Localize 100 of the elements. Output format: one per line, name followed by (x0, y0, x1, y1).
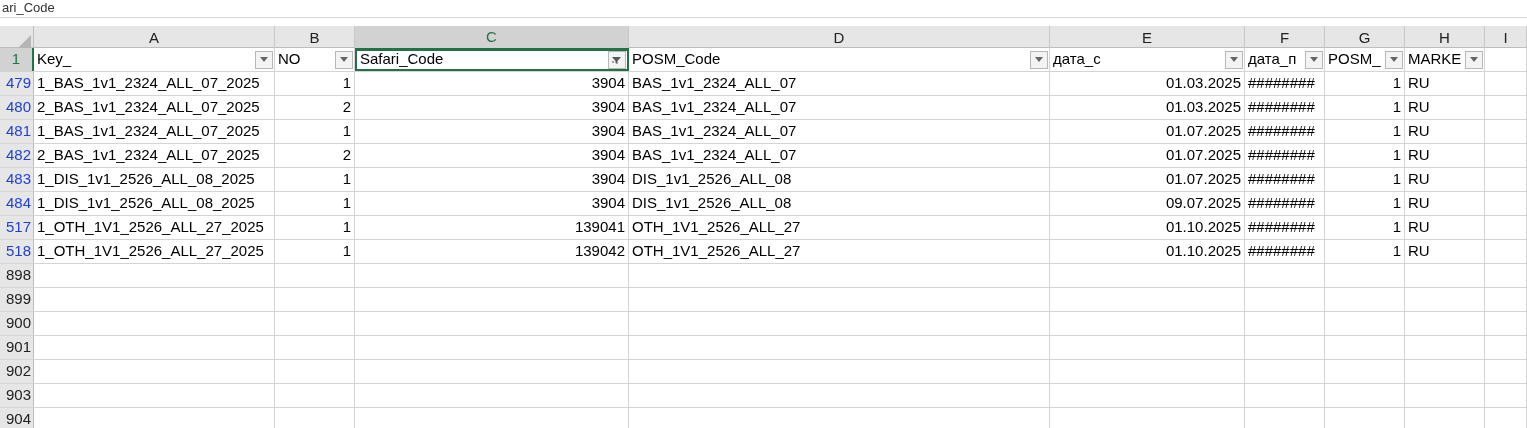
table-cell-text: 1_DIS_1v1_2526_ALL_08_2025 (37, 169, 255, 190)
table-cell-text: BAS_1v1_2324_ALL_07 (632, 73, 797, 94)
table-cell-text: OTH_1V1_2526_ALL_27 (632, 217, 801, 238)
table-cell-text: OTH_1V1_2526_ALL_27 (632, 241, 801, 262)
table-cell-text: 1 (1392, 73, 1401, 94)
table-cell-text: 01.03.2025 (1165, 73, 1241, 94)
table-cell-text: ######## (1248, 217, 1315, 238)
column-header[interactable]: E (1050, 26, 1245, 51)
row-number[interactable]: 518 (0, 240, 34, 263)
table-cell-text: 1_OTH_1V1_2526_ALL_27_2025 (37, 241, 264, 262)
table-cell-text: RU (1408, 97, 1430, 118)
table-cell-text: 1 (1392, 97, 1401, 118)
dropdown-button[interactable] (335, 50, 353, 69)
row-number[interactable]: 903 (0, 384, 34, 407)
table-cell-text: 1 (342, 73, 351, 94)
table-cell-text: 1 (1392, 217, 1401, 238)
table-cell-text: 1_OTH_1V1_2526_ALL_27_2025 (37, 217, 264, 238)
row-number[interactable]: 479 (0, 72, 34, 95)
row-number[interactable]: 481 (0, 120, 34, 143)
row-number[interactable]: 1 (0, 48, 34, 71)
table-cell-text: 1 (342, 193, 351, 214)
table-cell-text: RU (1408, 73, 1430, 94)
table-cell-text: 3904 (591, 193, 625, 214)
table-cell-text: 1 (1392, 169, 1401, 190)
table-cell-text: ######## (1248, 145, 1315, 166)
table-cell-text: 1_BAS_1v1_2324_ALL_07_2025 (37, 73, 260, 94)
table-cell-text: 139042 (574, 241, 625, 262)
table-cell-text: 1 (342, 241, 351, 262)
table-cell-text: 3904 (591, 73, 625, 94)
table-cell-text: 01.07.2025 (1165, 169, 1241, 190)
table-cell-text: ######## (1248, 193, 1315, 214)
table-cell-text: RU (1408, 241, 1430, 262)
header-text: MARKE (1408, 49, 1462, 70)
table-cell-text: RU (1408, 217, 1430, 238)
header-text: дата_п (1248, 49, 1297, 70)
header-text: POSM_Code (632, 49, 721, 70)
row-number[interactable]: 898 (0, 264, 34, 287)
row-number[interactable]: 484 (0, 192, 34, 215)
column-header[interactable]: D (629, 26, 1050, 51)
table-cell-text: RU (1408, 193, 1430, 214)
dropdown-button[interactable] (255, 50, 273, 69)
row-number[interactable]: 482 (0, 144, 34, 167)
row-number[interactable]: 899 (0, 288, 34, 311)
table-cell-text: RU (1408, 169, 1430, 190)
caret-icon (1310, 57, 1318, 62)
caret-icon (1035, 57, 1043, 62)
dropdown-button[interactable] (1030, 50, 1048, 69)
caret-icon (260, 57, 268, 62)
table-cell-text: 3904 (591, 169, 625, 190)
table-cell-text: 2 (342, 145, 351, 166)
row-number[interactable]: 517 (0, 216, 34, 239)
table-cell-text: 1 (342, 169, 351, 190)
header-text: NO (278, 49, 301, 70)
header-text: Safari_Code (360, 50, 444, 69)
row-number[interactable]: 902 (0, 360, 34, 383)
formula-bar-text: ari_Code (2, 0, 55, 16)
row-number[interactable]: 904 (0, 408, 34, 428)
header-text: Key_ (37, 49, 72, 70)
header-text: дата_с (1053, 49, 1101, 70)
row-number[interactable]: 480 (0, 96, 34, 119)
table-cell-text: 2_BAS_1v1_2324_ALL_07_2025 (37, 97, 260, 118)
caret-icon (1390, 57, 1398, 62)
table-cell-text: ######## (1248, 121, 1315, 142)
table-cell-text: 1 (1392, 241, 1401, 262)
table-cell-text: BAS_1v1_2324_ALL_07 (632, 145, 797, 166)
column-header[interactable]: F (1245, 26, 1325, 51)
dropdown-button[interactable] (1385, 50, 1403, 69)
table-cell-text: 1_DIS_1v1_2526_ALL_08_2025 (37, 193, 255, 214)
table-cell-text: 01.10.2025 (1165, 217, 1241, 238)
column-header[interactable]: C (355, 26, 629, 51)
dropdown-button[interactable] (1305, 50, 1323, 69)
column-header[interactable]: I (1485, 26, 1527, 51)
table-cell-text: 3904 (591, 121, 625, 142)
table-cell-text: DIS_1v1_2526_ALL_08 (632, 169, 792, 190)
table-cell-text: 3904 (591, 145, 625, 166)
table-cell-text: 3904 (591, 97, 625, 118)
table-cell-text: 01.07.2025 (1165, 121, 1241, 142)
table-cell-text: 01.07.2025 (1165, 145, 1241, 166)
table-cell-text: 09.07.2025 (1165, 193, 1241, 214)
caret-icon (1230, 57, 1238, 62)
table-cell-text: RU (1408, 121, 1430, 142)
column-header[interactable]: G (1325, 26, 1405, 51)
table-cell-text: 1_BAS_1v1_2324_ALL_07_2025 (37, 121, 260, 142)
header-text: POSM_ (1328, 49, 1381, 70)
table-cell-text: ######## (1248, 241, 1315, 262)
dropdown-button[interactable] (1465, 50, 1483, 69)
table-cell-text: 1 (1392, 121, 1401, 142)
row-number[interactable]: 483 (0, 168, 34, 191)
row-number[interactable]: 900 (0, 312, 34, 335)
table-cell-text: DIS_1v1_2526_ALL_08 (632, 193, 792, 214)
table-cell-text: ######## (1248, 169, 1315, 190)
table-cell-text: RU (1408, 145, 1430, 166)
table-cell-text: 139041 (574, 217, 625, 238)
table-cell-text: 2 (342, 97, 351, 118)
table-cell-text: 01.10.2025 (1165, 241, 1241, 262)
row-number[interactable]: 901 (0, 336, 34, 359)
table-cell-text: 1 (1392, 193, 1401, 214)
dropdown-button[interactable] (1225, 50, 1243, 69)
column-header[interactable]: H (1405, 26, 1485, 51)
caret-icon (340, 57, 348, 62)
